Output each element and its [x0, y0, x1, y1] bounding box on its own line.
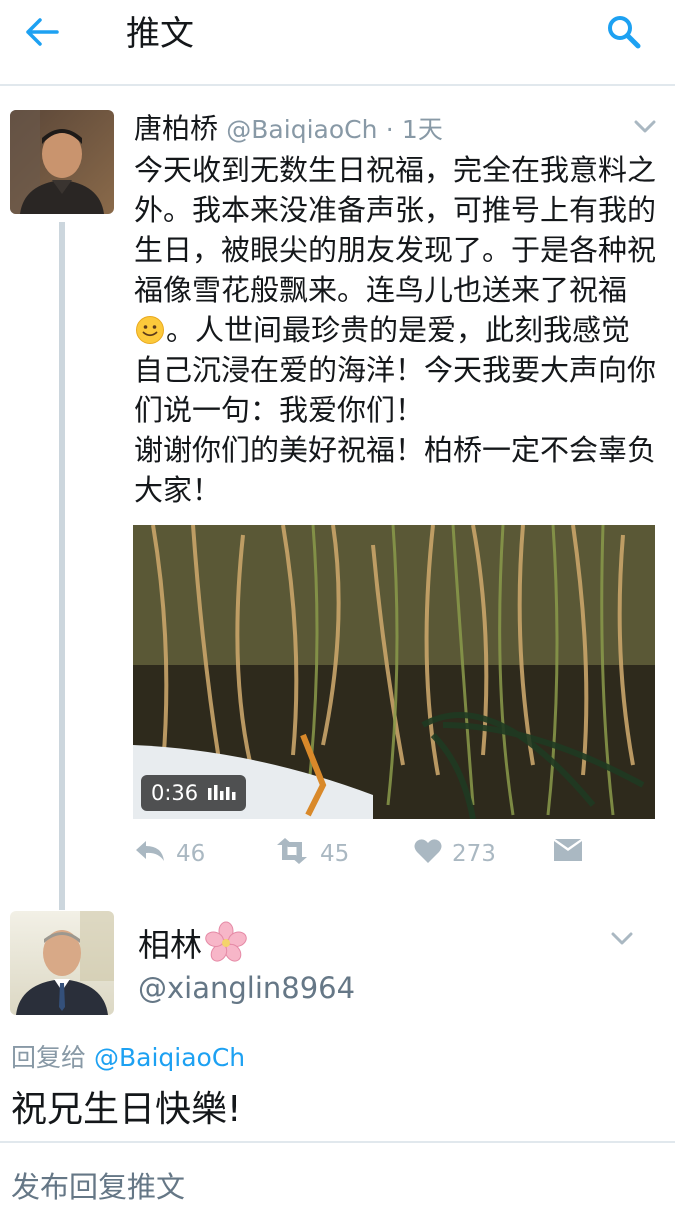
arrow-left-icon — [24, 17, 60, 51]
reply-author-avatar[interactable] — [10, 911, 114, 1015]
reply-to-label: 回复给 — [11, 1043, 87, 1072]
tweet-header: 唐柏桥 @BaiqiaoCh · 1天 — [134, 112, 443, 148]
page-title: 推文 — [126, 14, 194, 54]
tweet-text-part1: 今天收到无数生日祝福，完全在我意料之外。我本来没准备声张，可推号上有我的生日，被… — [134, 153, 657, 307]
retweet-count: 45 — [320, 841, 350, 867]
reply-to-handle[interactable]: @BaiqiaoCh — [94, 1043, 245, 1072]
search-icon — [606, 14, 642, 54]
reply-icon — [134, 838, 166, 870]
reply-count: 46 — [176, 841, 206, 867]
reply-name-row: 相林 — [138, 920, 248, 966]
tweet-text: 今天收到无数生日祝福，完全在我意料之外。我本来没准备声张，可推号上有我的生日，被… — [134, 150, 658, 510]
reply-author-name[interactable]: 相林 — [138, 920, 202, 966]
heart-icon — [414, 838, 442, 870]
tweet-timestamp[interactable]: 1天 — [402, 115, 443, 144]
tweet-menu-button[interactable] — [627, 114, 663, 142]
reply-author-handle[interactable]: @xianglin8964 — [138, 968, 355, 1008]
separator: · — [385, 115, 394, 144]
smiling-face-icon — [135, 315, 165, 345]
search-button[interactable] — [600, 10, 648, 58]
video-duration-badge: 0:36 — [141, 775, 247, 811]
cherry-blossom-icon — [204, 921, 248, 965]
like-count: 273 — [452, 841, 496, 867]
compose-reply-input[interactable]: 发布回复推文 — [11, 1166, 185, 1208]
top-bar: 推文 — [0, 0, 675, 86]
reply-button[interactable]: 46 — [134, 836, 205, 872]
retweet-button[interactable]: 45 — [274, 836, 349, 872]
direct-message-button[interactable] — [554, 836, 582, 872]
thread-line — [59, 222, 65, 910]
author-avatar[interactable] — [10, 110, 114, 214]
author-handle[interactable]: @BaiqiaoCh — [226, 115, 377, 144]
retweet-icon — [274, 838, 310, 870]
divider — [0, 1141, 675, 1143]
envelope-icon — [554, 839, 582, 869]
reply-context: 回复给 @BaiqiaoCh — [11, 1040, 245, 1076]
back-button[interactable] — [20, 12, 64, 56]
like-button[interactable]: 273 — [414, 836, 496, 872]
video-duration: 0:36 — [151, 781, 199, 805]
chevron-down-icon — [611, 931, 633, 950]
reply-menu-button[interactable] — [604, 926, 640, 954]
audio-bars-icon — [208, 775, 236, 811]
author-name[interactable]: 唐柏桥 — [134, 112, 218, 145]
chevron-down-icon — [634, 119, 656, 138]
video-player[interactable]: 0:36 — [133, 525, 655, 819]
tweet-text-part2: 。人世间最珍贵的是爱，此刻我感觉自己沉浸在爱的海洋！今天我要大声向你们说一句：我… — [134, 313, 657, 507]
reply-text: 祝兄生日快樂! — [11, 1089, 242, 1130]
